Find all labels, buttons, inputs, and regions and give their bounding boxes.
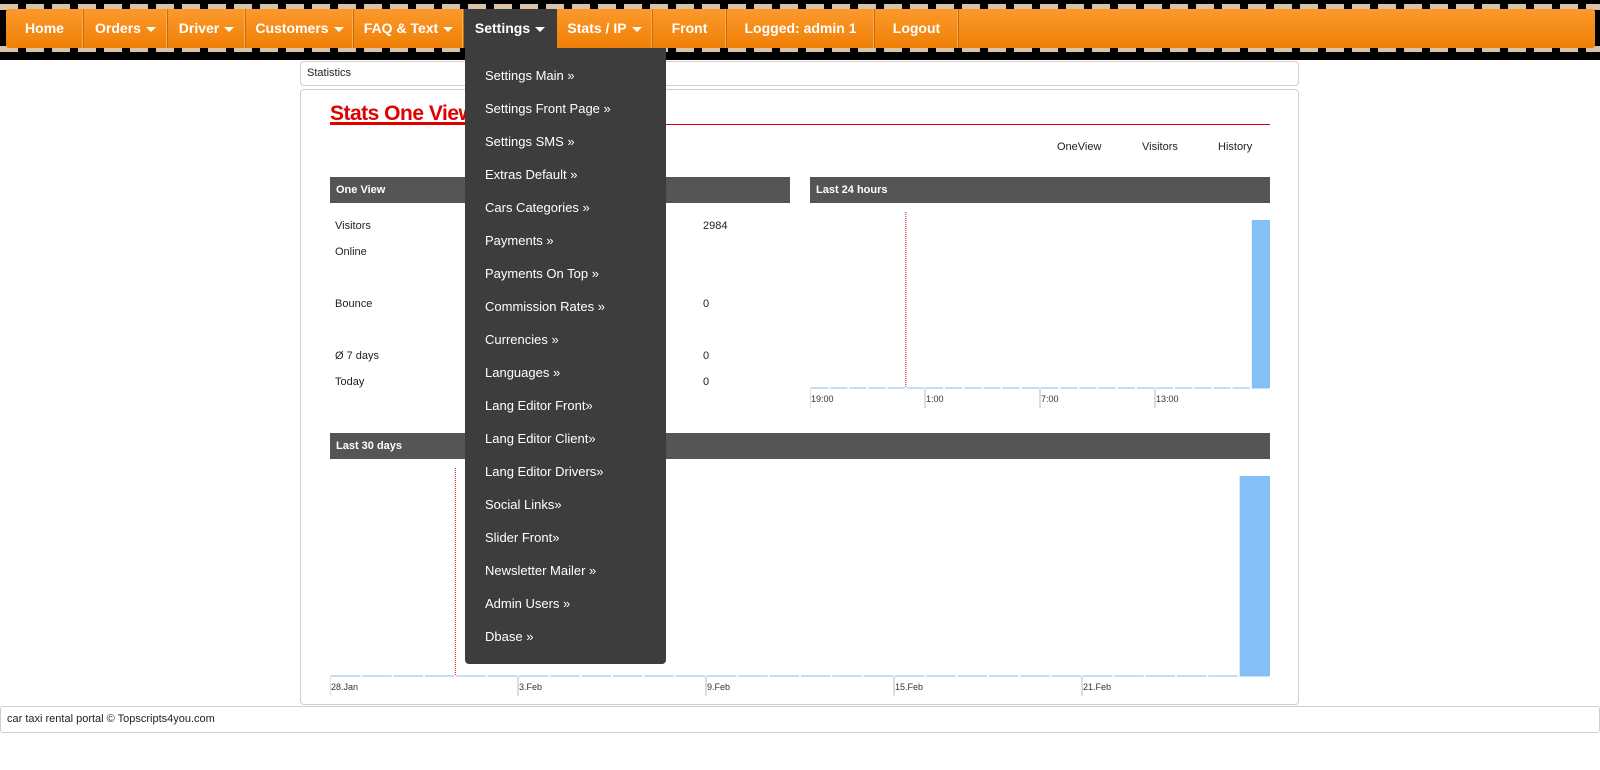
nav-settings[interactable]: Settings [464, 9, 557, 48]
nav-customers[interactable]: Customers [246, 9, 354, 48]
chart-tick-label: 28.Jan [331, 682, 358, 692]
menu-item-lang-editor-client[interactable]: Lang Editor Client» [465, 422, 666, 455]
stat-label-online: Online [335, 246, 367, 258]
menu-item-languages[interactable]: Languages » [465, 356, 666, 389]
stat-value-bounce: 0 [703, 298, 710, 310]
nav-logged-user[interactable]: Logged: admin 1 [727, 9, 875, 48]
footer-copyright: car taxi rental portal © Topscripts4you.… [0, 706, 1600, 733]
menu-item-commission-rates[interactable]: Commission Rates » [465, 290, 666, 323]
stat-label-avg-7-days: Ø 7 days [335, 350, 380, 362]
menu-item-admin-users[interactable]: Admin Users » [465, 587, 666, 620]
menu-item-payments-on-top[interactable]: Payments On Top » [465, 257, 666, 290]
nav-driver[interactable]: Driver [168, 9, 246, 48]
menu-item-social-links[interactable]: Social Links» [465, 488, 666, 521]
chevron-down-icon [535, 26, 546, 32]
page-title: Stats One View [330, 102, 475, 125]
chevron-down-icon [631, 26, 642, 32]
chart-bar [1239, 476, 1270, 676]
chart-tick-label: 19:00 [811, 394, 834, 404]
chevron-down-icon [145, 26, 156, 32]
chevron-down-icon [333, 26, 344, 32]
chart-tick-label: 1:00 [926, 394, 944, 404]
nav-front[interactable]: Front [653, 9, 727, 48]
main-nav: Home Orders Driver Customers FAQ & Text … [6, 9, 1595, 48]
menu-item-lang-editor-front[interactable]: Lang Editor Front» [465, 389, 666, 422]
nav-orders[interactable]: Orders [84, 9, 168, 48]
chevron-down-icon [443, 26, 454, 32]
nav-stats-ip[interactable]: Stats / IP [557, 9, 653, 48]
menu-item-cars-categories[interactable]: Cars Categories » [465, 191, 666, 224]
chart-24h-header: Last 24 hours [810, 177, 1270, 203]
tab-oneview[interactable]: OneView [1057, 141, 1101, 153]
breadcrumb: Statistics [300, 61, 1299, 86]
stat-label-bounce: Bounce [335, 298, 373, 310]
nav-home[interactable]: Home [6, 9, 84, 48]
chart-last-24-hours: 19:00 1:00 7:00 13:00 [810, 212, 1270, 408]
chart-tick-label: 13:00 [1156, 394, 1179, 404]
chart-bar [1251, 220, 1270, 388]
nav-faq-text[interactable]: FAQ & Text [354, 9, 464, 48]
settings-dropdown-menu: Settings Main » Settings Front Page » Se… [465, 48, 666, 664]
menu-item-payments[interactable]: Payments » [465, 224, 666, 257]
menu-item-settings-front-page[interactable]: Settings Front Page » [465, 92, 666, 125]
tab-history[interactable]: History [1218, 141, 1252, 153]
menu-item-dbase[interactable]: Dbase » [465, 620, 666, 653]
chart-tick-label: 21.Feb [1083, 682, 1111, 692]
menu-item-currencies[interactable]: Currencies » [465, 323, 666, 356]
menu-item-settings-main[interactable]: Settings Main » [465, 59, 666, 92]
menu-item-slider-front[interactable]: Slider Front» [465, 521, 666, 554]
chevron-down-icon [224, 26, 235, 32]
nav-logout[interactable]: Logout [875, 9, 959, 48]
menu-item-extras-default[interactable]: Extras Default » [465, 158, 666, 191]
stat-value-visitors: 2984 [703, 220, 728, 232]
chart-tick-label: 15.Feb [895, 682, 923, 692]
top-bar: Home Orders Driver Customers FAQ & Text … [0, 0, 1600, 60]
menu-item-lang-editor-drivers[interactable]: Lang Editor Drivers» [465, 455, 666, 488]
chart-tick-label: 9.Feb [707, 682, 730, 692]
stat-label-today: Today [335, 376, 365, 388]
stat-value-avg-7-days: 0 [703, 350, 710, 362]
tab-visitors[interactable]: Visitors [1142, 141, 1178, 153]
stat-label-visitors: Visitors [335, 220, 371, 232]
chart-tick-label: 7:00 [1041, 394, 1059, 404]
stat-value-today: 0 [703, 376, 710, 388]
menu-item-newsletter-mailer[interactable]: Newsletter Mailer » [465, 554, 666, 587]
chart-tick-label: 3.Feb [519, 682, 542, 692]
menu-item-settings-sms[interactable]: Settings SMS » [465, 125, 666, 158]
